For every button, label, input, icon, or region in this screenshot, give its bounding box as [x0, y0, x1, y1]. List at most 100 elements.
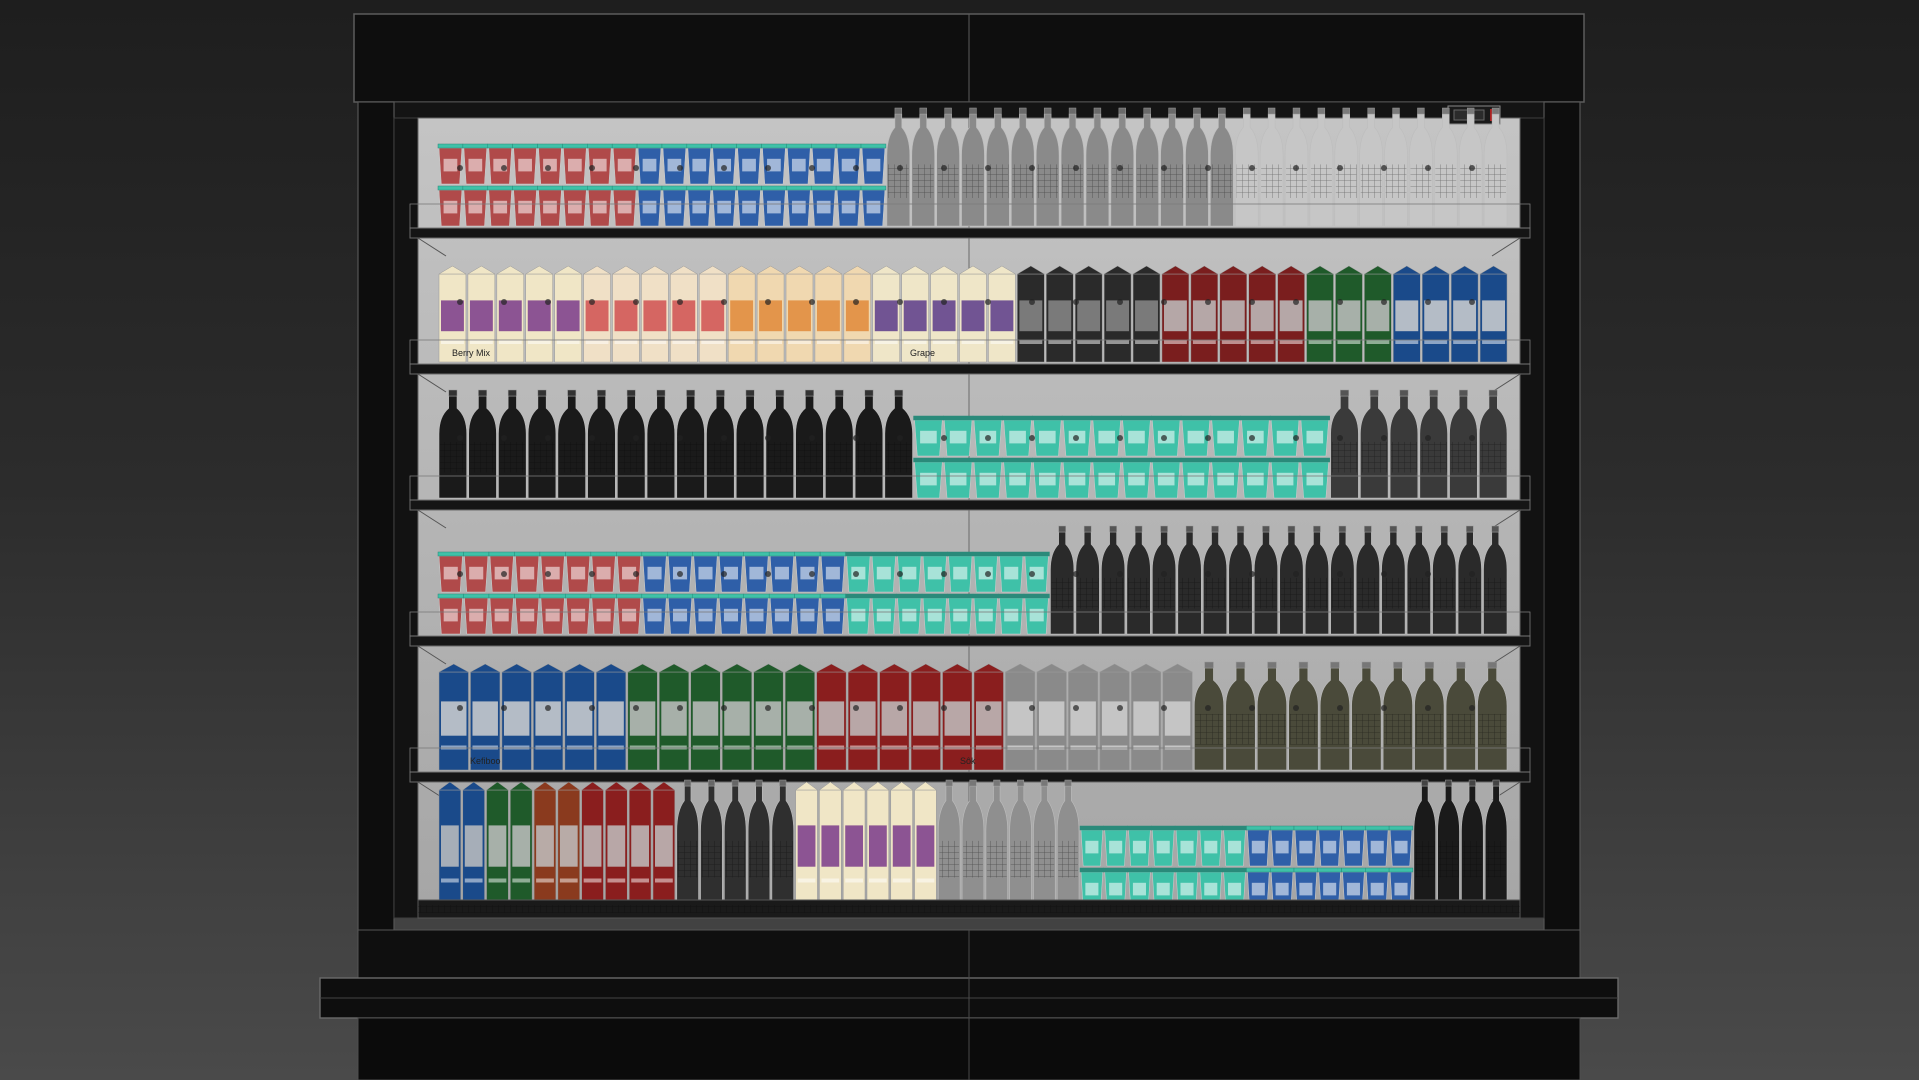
carton [533, 663, 564, 771]
peg-hole [1161, 165, 1167, 171]
peg-hole [589, 435, 595, 441]
carton [1363, 265, 1393, 363]
carton [818, 781, 842, 909]
carton [596, 663, 627, 771]
peg-hole [677, 571, 683, 577]
peg-hole [941, 705, 947, 711]
peg-hole [1293, 299, 1299, 305]
peg-hole [633, 165, 639, 171]
peg-hole [1249, 571, 1255, 577]
peg-hole [1249, 165, 1255, 171]
peg-hole [633, 435, 639, 441]
carton [1131, 663, 1162, 771]
peg-hole [985, 165, 991, 171]
peg-hole [897, 571, 903, 577]
peg-hole [1161, 435, 1167, 441]
carton [1162, 663, 1193, 771]
peg-hole [1381, 435, 1387, 441]
cooler-base [319, 899, 1619, 1080]
carton [942, 663, 973, 771]
peg-hole [457, 571, 463, 577]
shelf-lip [409, 635, 1531, 647]
shelf-2-group-3 [871, 265, 1017, 363]
carton [879, 663, 910, 771]
peg-hole [1469, 705, 1475, 711]
peg-hole [853, 571, 859, 577]
peg-hole [501, 299, 507, 305]
peg-hole [1337, 571, 1343, 577]
carton [1161, 265, 1190, 363]
peg-hole [765, 571, 771, 577]
peg-hole [677, 705, 683, 711]
peg-hole [1029, 571, 1035, 577]
peg-hole [501, 705, 507, 711]
peg-hole [765, 165, 771, 171]
carton [890, 781, 914, 909]
peg-hole [677, 435, 683, 441]
peg-hole [633, 299, 639, 305]
peg-hole [985, 705, 991, 711]
peg-hole [1337, 165, 1343, 171]
carton [564, 663, 595, 771]
carton [611, 265, 641, 363]
peg-hole [1029, 705, 1035, 711]
carton [721, 663, 752, 771]
shelf-2-group-2 [727, 265, 872, 363]
carton [847, 663, 878, 771]
carton [1036, 663, 1067, 771]
peg-hole [633, 571, 639, 577]
peg-hole [501, 165, 507, 171]
peg-hole [1205, 165, 1211, 171]
carton [698, 265, 728, 363]
peg-hole [633, 705, 639, 711]
peg-hole [501, 435, 507, 441]
carton [1392, 265, 1422, 363]
peg-hole [1469, 571, 1475, 577]
carton [495, 265, 525, 363]
peg-hole [1469, 299, 1475, 305]
peg-hole [809, 165, 815, 171]
carton [640, 265, 670, 363]
peg-hole [677, 299, 683, 305]
peg-hole [1469, 165, 1475, 171]
peg-hole [1073, 299, 1079, 305]
cooler-canopy [353, 13, 1585, 119]
peg-hole [1293, 571, 1299, 577]
peg-hole [1117, 571, 1123, 577]
peg-hole [1249, 435, 1255, 441]
peg-hole [809, 435, 815, 441]
peg-hole [941, 165, 947, 171]
carton [1305, 265, 1335, 363]
peg-hole [1293, 435, 1299, 441]
peg-hole [853, 435, 859, 441]
shelf-lip [409, 227, 1531, 239]
peg-hole [589, 571, 595, 577]
peg-hole [1205, 571, 1211, 577]
carton [659, 663, 690, 771]
peg-hole [1029, 165, 1035, 171]
product-label-berry_mix: Berry Mix [452, 348, 490, 358]
peg-hole [1161, 571, 1167, 577]
carton [842, 265, 872, 363]
peg-hole [897, 705, 903, 711]
carton [553, 265, 583, 363]
shelf-2 [409, 265, 1531, 393]
peg-hole [1293, 705, 1299, 711]
carton [842, 781, 866, 909]
carton [1099, 663, 1130, 771]
peg-hole [985, 299, 991, 305]
peg-hole [1117, 705, 1123, 711]
peg-hole [1381, 571, 1387, 577]
peg-hole [1469, 435, 1475, 441]
peg-hole [1425, 705, 1431, 711]
carton [958, 265, 988, 363]
peg-hole [1029, 299, 1035, 305]
carton [794, 781, 819, 909]
carton [604, 781, 628, 909]
peg-hole [941, 571, 947, 577]
carton [727, 265, 757, 363]
carton [784, 663, 815, 771]
peg-hole [457, 435, 463, 441]
peg-hole [1425, 435, 1431, 441]
carton [1247, 265, 1277, 363]
